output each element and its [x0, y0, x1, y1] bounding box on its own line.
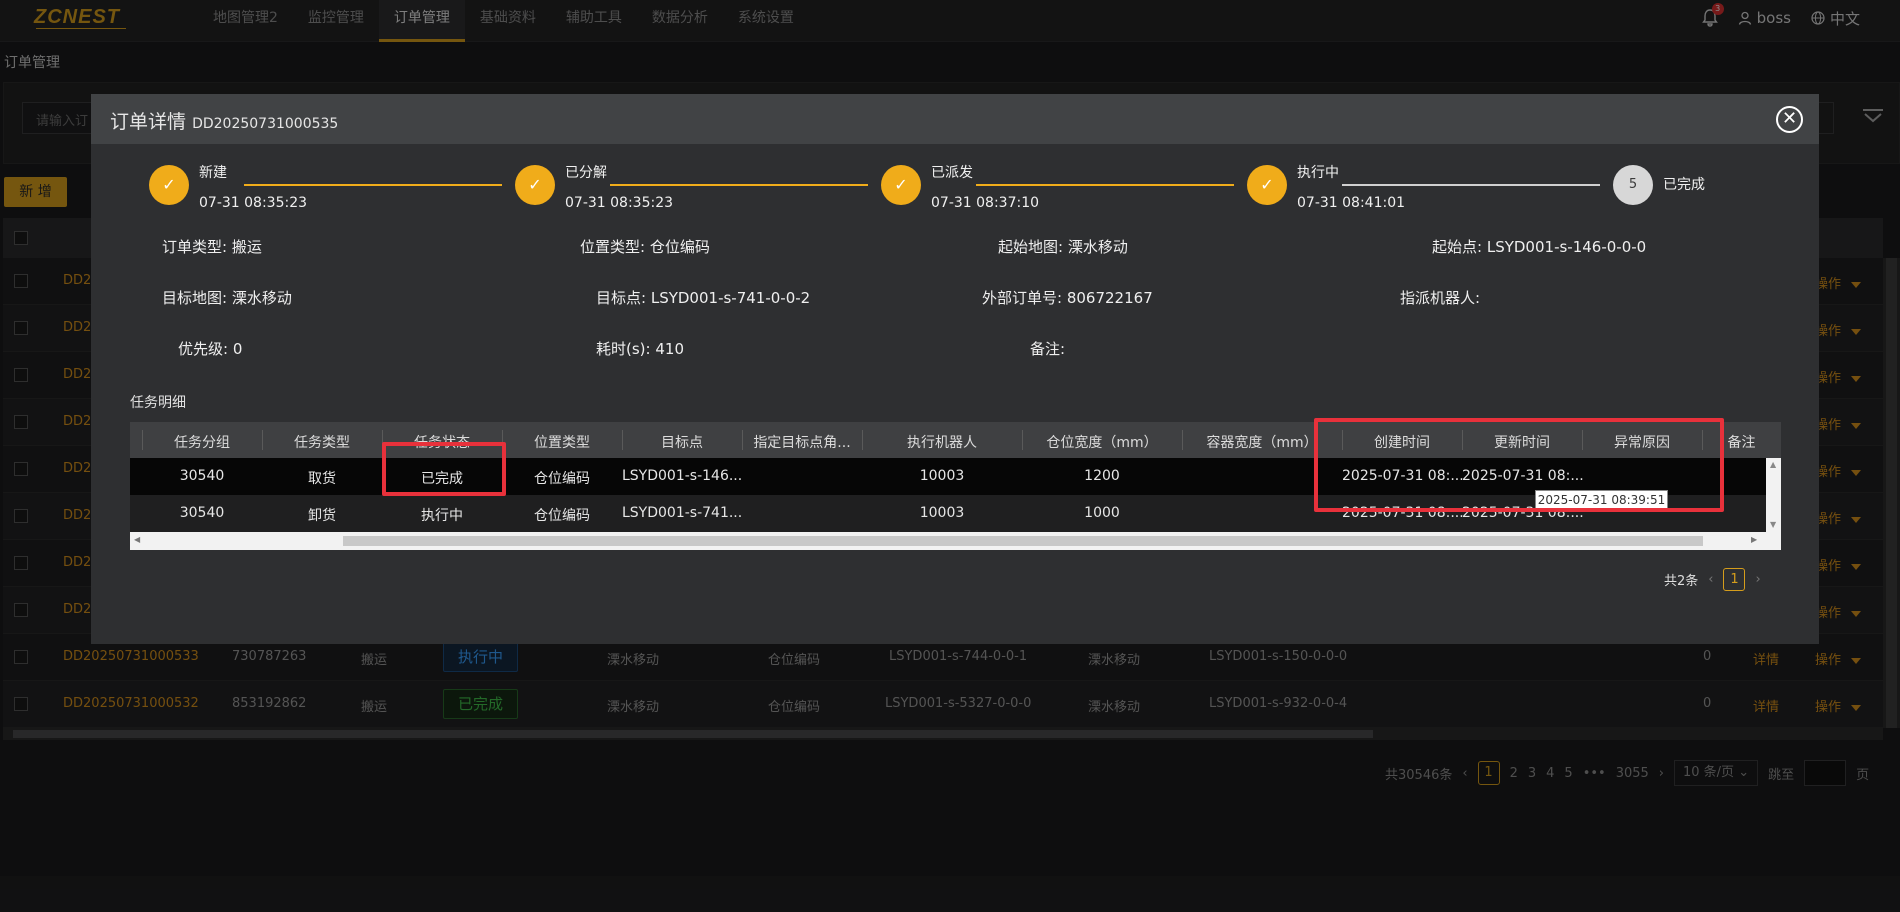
step-name: 已分解 [565, 165, 607, 181]
external-order-field: 外部订单号: 806722167 [982, 289, 1153, 307]
column-header[interactable]: 位置类型 [502, 432, 622, 452]
close-icon[interactable]: ✕ [1776, 106, 1803, 133]
task-position-type: 仓位编码 [534, 508, 590, 524]
step-name: 已派发 [931, 165, 973, 181]
task-pager-total: 共2条 [1664, 573, 1699, 589]
column-header[interactable]: 目标点 [622, 432, 742, 452]
target-map-field: 目标地图: 溧水移动 [162, 289, 292, 307]
column-header[interactable]: 指定目标点角... [742, 432, 862, 452]
priority-field: 优先级: 0 [178, 340, 243, 358]
next-page-icon[interactable]: › [1755, 572, 1760, 587]
column-header[interactable]: 任务类型 [262, 432, 382, 452]
order-progress-steps: ✓ 新建 07-31 08:35:23 ✓ 已分解 07-31 08:35:23… [98, 163, 1738, 213]
column-header[interactable]: 执行机器人 [862, 432, 1022, 452]
task-page-1[interactable]: 1 [1723, 567, 1746, 591]
task-target: LSYD001-s-146... [622, 468, 743, 484]
elapsed-field: 耗时(s): 410 [596, 340, 684, 358]
task-target: LSYD001-s-741... [622, 505, 743, 521]
step-name: 执行中 [1297, 165, 1339, 181]
task-section-title: 任务明细 [130, 395, 186, 411]
modal-header: 订单详情 DD20250731000535 ✕ [91, 94, 1819, 144]
order-type-field: 订单类型: 搬运 [162, 238, 262, 256]
start-point-field: 起始点: LSYD001-s-146-0-0-0 [1432, 238, 1647, 256]
task-robot: 10003 [919, 505, 965, 521]
task-table-horizontal-scrollbar[interactable]: ◀ ▶ [130, 532, 1781, 550]
modal-order-number: DD20250731000535 [192, 116, 339, 132]
step-connector [244, 184, 502, 186]
position-type-field: 位置类型: 仓位编码 [580, 238, 710, 256]
step-time: 07-31 08:41:01 [1297, 195, 1406, 211]
check-icon: ✓ [1247, 165, 1287, 205]
time-columns-highlight-box [1314, 418, 1724, 512]
target-point-field: 目标点: LSYD001-s-741-0-0-2 [596, 289, 811, 307]
task-slot-width: 1200 [1084, 468, 1120, 484]
task-group: 30540 [179, 468, 225, 484]
step-number: 5 [1613, 165, 1653, 205]
step-name: 已完成 [1663, 177, 1705, 193]
check-icon: ✓ [149, 165, 189, 205]
status-highlight-box [382, 442, 506, 496]
assigned-robot-field: 指派机器人: [1400, 289, 1481, 307]
task-type: 取货 [308, 471, 336, 487]
start-map-field: 起始地图: 溧水移动 [998, 238, 1128, 256]
task-robot: 10003 [919, 468, 965, 484]
task-slot-width: 1000 [1084, 505, 1120, 521]
task-group: 30540 [179, 505, 225, 521]
remark-field: 备注: [1030, 340, 1066, 358]
check-icon: ✓ [881, 165, 921, 205]
step-time: 07-31 08:35:23 [199, 195, 308, 211]
step-connector [1342, 184, 1600, 186]
column-header[interactable]: 仓位宽度（mm） [1022, 432, 1182, 452]
step-time: 07-31 08:35:23 [565, 195, 674, 211]
step-name: 新建 [199, 165, 227, 181]
task-table-vertical-scrollbar[interactable]: ▲ ▼ [1766, 458, 1781, 532]
step-time: 07-31 08:37:10 [931, 195, 1040, 211]
task-pagination: 共2条 ‹ 1 › [1664, 567, 1761, 591]
step-connector [976, 184, 1234, 186]
column-header[interactable]: 任务分组 [142, 432, 262, 452]
modal-title: 订单详情 DD20250731000535 [110, 111, 339, 133]
task-type: 卸货 [308, 508, 336, 524]
check-icon: ✓ [515, 165, 555, 205]
prev-page-icon[interactable]: ‹ [1708, 572, 1713, 587]
task-status: 执行中 [421, 508, 463, 524]
task-position-type: 仓位编码 [534, 471, 590, 487]
step-connector [610, 184, 868, 186]
